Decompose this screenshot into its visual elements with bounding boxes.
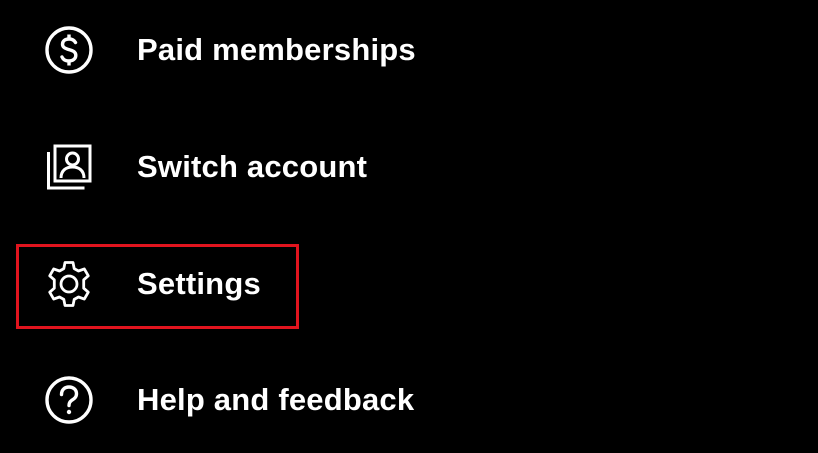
menu-item-switch-account[interactable]: Switch account [0,122,818,212]
dollar-circle-icon [44,25,94,75]
menu-item-help-and-feedback[interactable]: Help and feedback [0,355,818,445]
menu-item-paid-memberships[interactable]: Paid memberships [0,5,818,95]
menu-item-label: Switch account [137,149,368,184]
menu-item-label: Help and feedback [137,382,415,417]
gear-icon [44,259,94,309]
switch-account-icon [44,142,94,192]
menu-item-settings[interactable]: Settings [0,239,818,329]
help-circle-icon [44,375,94,425]
account-menu: Paid memberships Switch account Settings [0,0,818,453]
menu-item-label: Paid memberships [137,32,416,67]
menu-item-label: Settings [137,266,261,301]
